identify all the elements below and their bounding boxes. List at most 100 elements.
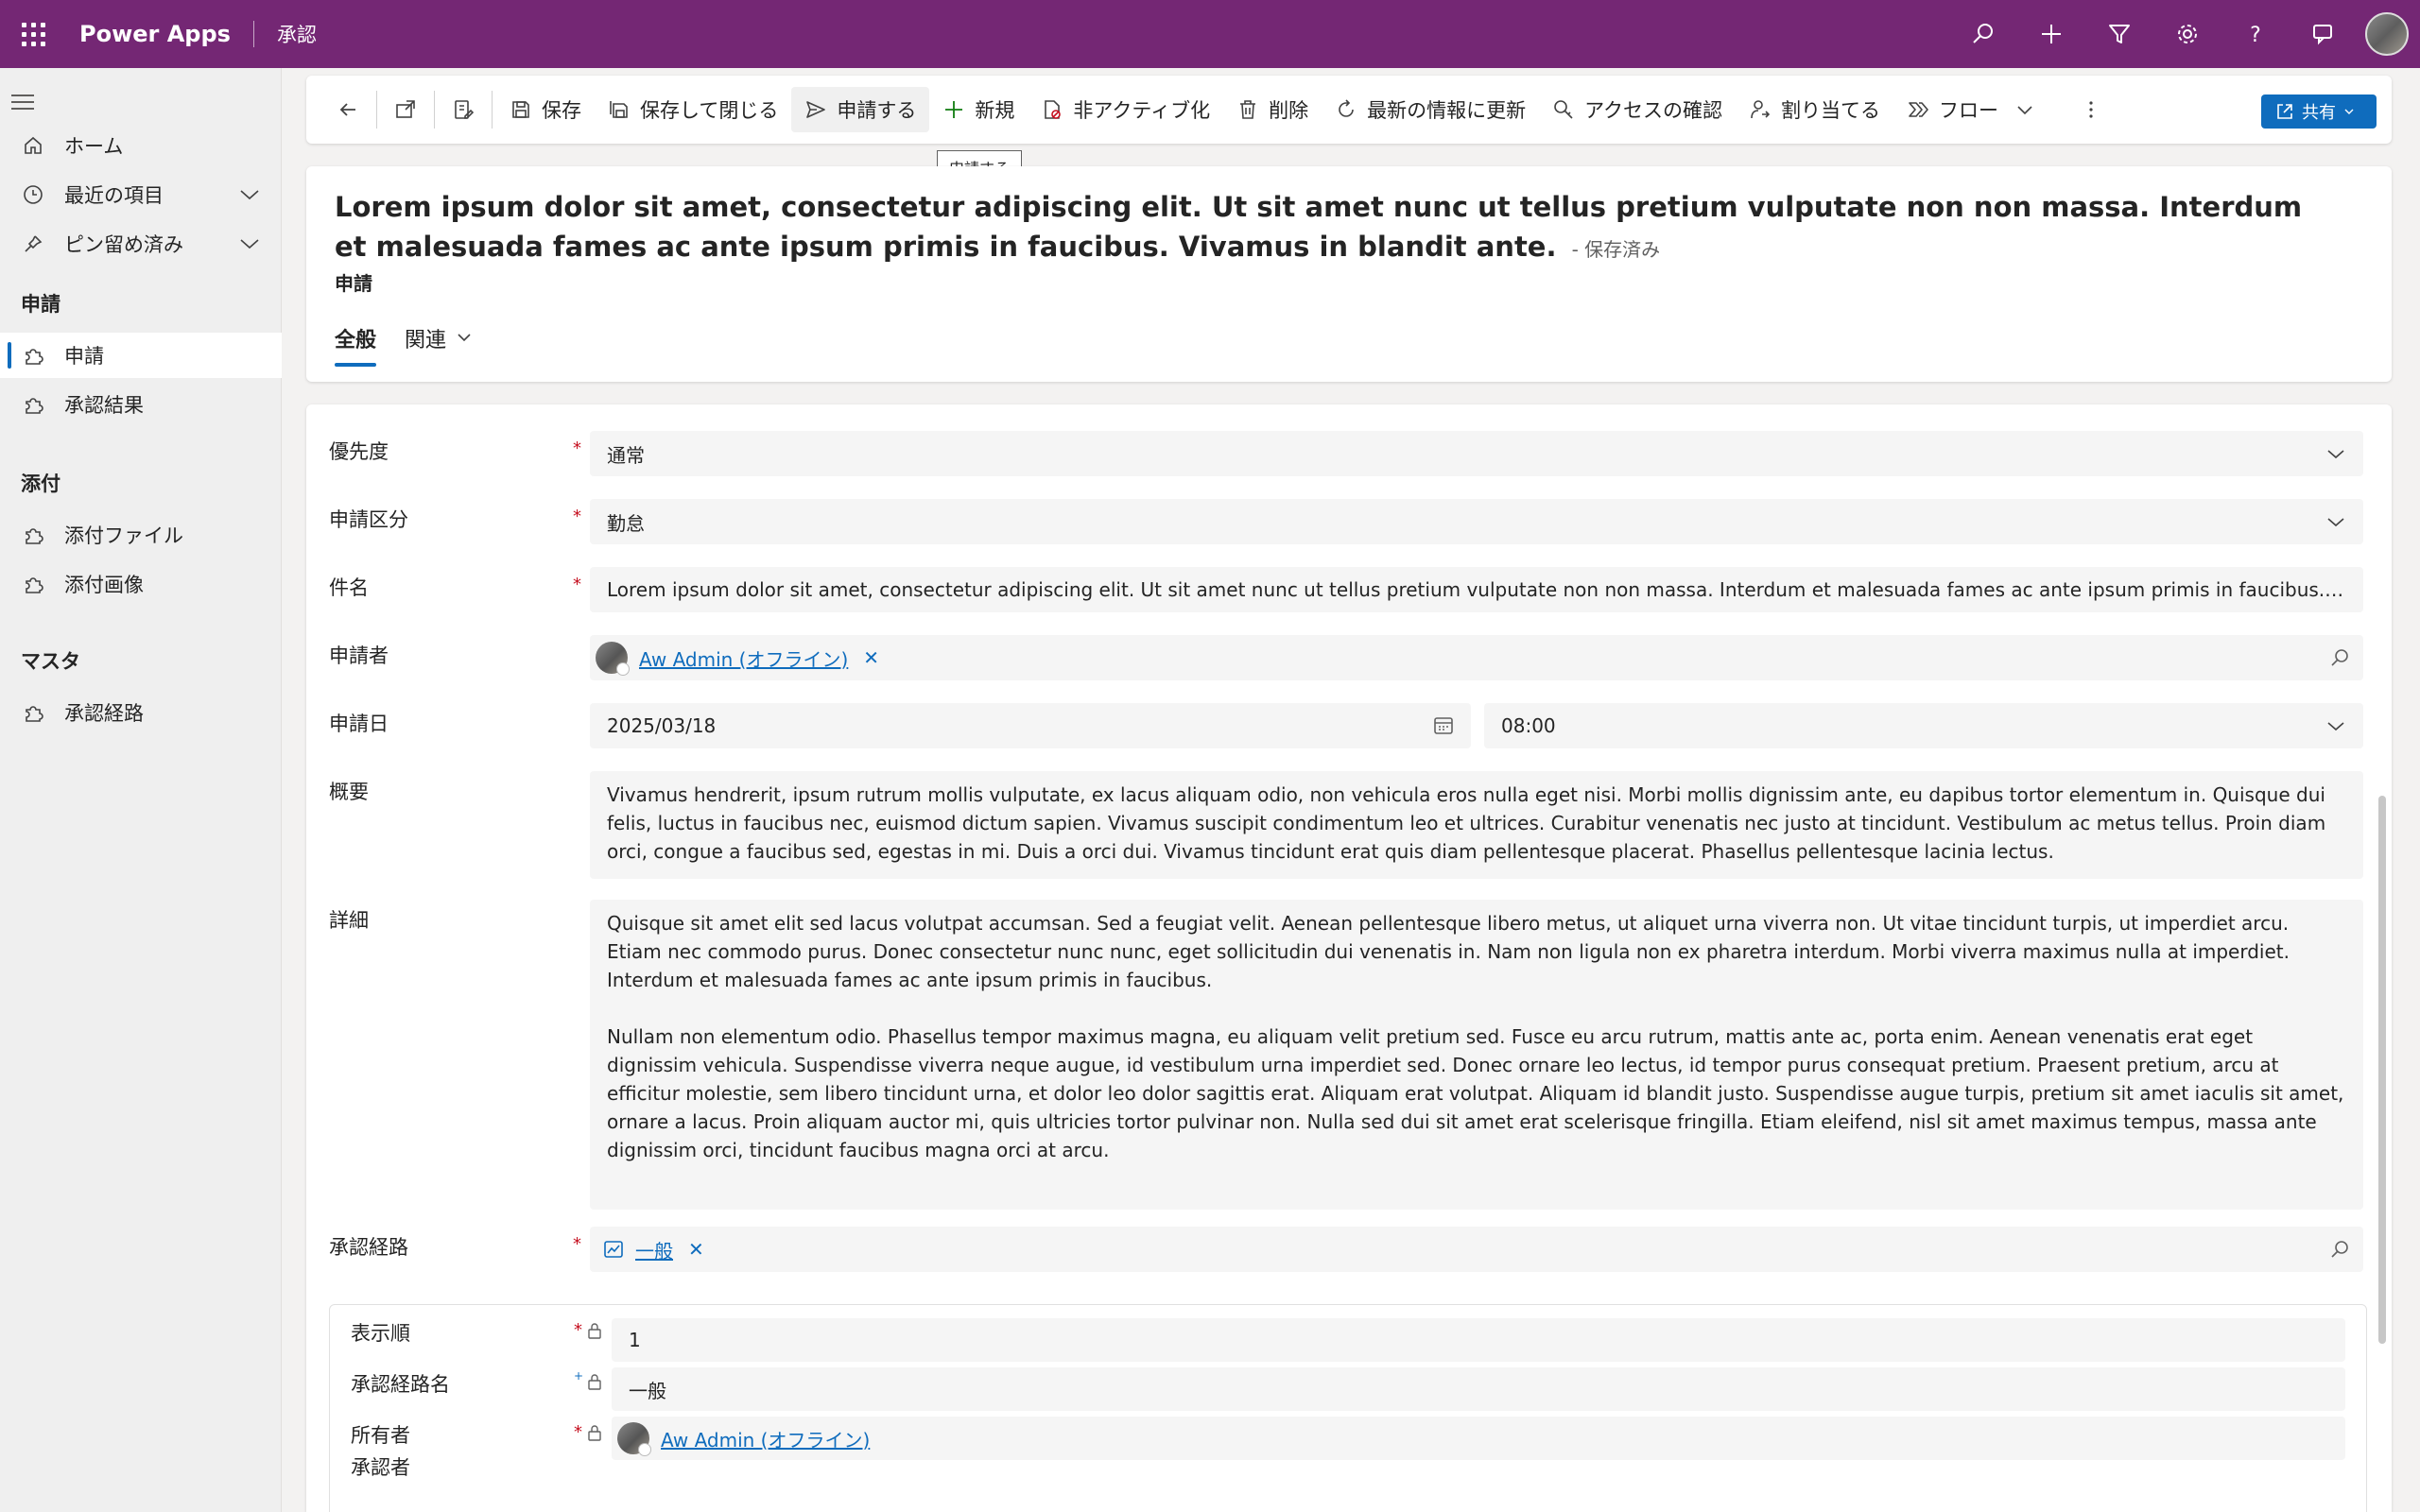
save-icon [512, 101, 529, 118]
summary-textarea[interactable]: Vivamus hendrerit, ipsum rutrum mollis v… [590, 771, 2363, 879]
remove-applicant-icon[interactable]: ✕ [863, 646, 879, 669]
plus-icon [945, 101, 963, 118]
brand-name[interactable]: Power Apps [66, 21, 254, 47]
sidebar-item-label: ピン留め済み [64, 233, 183, 256]
open-new-window-button[interactable] [381, 87, 430, 132]
time-select[interactable]: 08:00 [1484, 703, 2363, 748]
sidebar-group-master: マスタ [21, 650, 80, 673]
approval-route-lookup[interactable]: 一般 ✕ [590, 1227, 2363, 1272]
record-title-text: Lorem ipsum dolor sit amet, consectetur … [335, 191, 2303, 263]
form-edit-button[interactable] [439, 87, 488, 132]
save-status: - 保存済み [1571, 238, 1661, 261]
chevron-down-icon [458, 334, 471, 342]
lock-icon [588, 1425, 601, 1441]
refresh-icon [1339, 99, 1354, 117]
sidebar-group-attachment: 添付 [21, 472, 60, 495]
required-marker: * [573, 575, 581, 594]
check-access-button[interactable]: アクセスの確認 [1539, 87, 1736, 132]
save-button[interactable]: 保存 [496, 87, 595, 132]
sidebar-item-label: ホーム [64, 135, 124, 158]
lock-icon [588, 1374, 601, 1390]
sidebar-item-approval-result[interactable]: 承認結果 [0, 382, 282, 427]
priority-value: 通常 [607, 443, 645, 467]
share-label: 共有 [2302, 103, 2336, 123]
record-title: Lorem ipsum dolor sit amet, consectetur … [335, 187, 2339, 269]
person-assign-icon [1751, 100, 1771, 119]
home-icon [21, 133, 45, 158]
display-order-field: 1 [612, 1318, 2345, 1362]
display-order-label: 表示順 [351, 1322, 410, 1345]
entity-name: 申請 [335, 272, 372, 295]
more-commands-button[interactable] [2066, 87, 2116, 132]
required-marker: * [574, 1320, 582, 1340]
top-bar: Power Apps 承認 ? [0, 0, 2420, 68]
sidebar-item-attachment-image[interactable]: 添付画像 [0, 561, 282, 607]
form-section: 優先度 * 通常 申請区分 * 勤怠 件名 * Lorem ipsum dolo… [306, 404, 2392, 1512]
assign-button[interactable]: 割り当てる [1736, 87, 1893, 132]
settings-gear-icon[interactable] [2153, 0, 2221, 68]
sidebar-item-attachment-file[interactable]: 添付ファイル [0, 512, 282, 558]
save-and-close-button[interactable]: 保存して閉じる [595, 87, 791, 132]
chevron-down-icon[interactable] [238, 232, 261, 260]
chevron-down-icon[interactable] [238, 183, 261, 211]
approver-label: 承認者 [351, 1456, 410, 1479]
back-arrow-icon [339, 103, 355, 116]
plus-icon[interactable] [2017, 0, 2085, 68]
search-icon [2331, 649, 2348, 666]
app-name[interactable]: 承認 [254, 20, 317, 48]
delete-label: 削除 [1269, 99, 1309, 122]
help-icon[interactable]: ? [2221, 0, 2290, 68]
command-bar: 保存 保存して閉じる 申請する 新規 非アクティブ化 削除 最新の情報に更新 ア… [306, 76, 2392, 144]
user-avatar[interactable] [2365, 12, 2409, 56]
share-icon [2277, 104, 2292, 119]
hamburger-menu-icon[interactable] [11, 94, 34, 114]
search-icon [2331, 1241, 2348, 1258]
sidebar-item-home[interactable]: ホーム [0, 123, 282, 168]
search-icon[interactable] [1949, 0, 2017, 68]
scrollbar[interactable] [2378, 796, 2386, 1344]
sidebar-item-label: 最近の項目 [64, 184, 164, 207]
submit-request-button[interactable]: 申請する [791, 87, 930, 132]
approval-route-quick-view: 表示順 * 1 承認経路名 + 一般 所有者 * Aw Admin (オフライン… [329, 1304, 2367, 1512]
trash-icon [1240, 100, 1256, 119]
share-button[interactable]: 共有 [2261, 94, 2377, 129]
save-label: 保存 [542, 99, 581, 122]
tab-general[interactable]: 全般 [335, 323, 377, 370]
record-header: Lorem ipsum dolor sit amet, consectetur … [306, 166, 2392, 382]
required-marker: * [573, 438, 581, 458]
owner-link[interactable]: Aw Admin (オフライン) [661, 1425, 870, 1452]
feedback-icon[interactable] [2290, 0, 2358, 68]
deactivate-button[interactable]: 非アクティブ化 [1028, 87, 1223, 132]
sidebar-item-request[interactable]: 申請 [0, 333, 282, 378]
sidebar-item-approval-route[interactable]: 承認経路 [0, 690, 282, 735]
applicant-label: 申請者 [329, 644, 389, 667]
sidebar-item-recent[interactable]: 最近の項目 [0, 172, 282, 217]
sidebar-item-label: 添付ファイル [64, 524, 183, 547]
applicant-lookup[interactable]: Aw Admin (オフライン) ✕ [590, 635, 2363, 680]
flow-button[interactable]: フロー [1893, 87, 2048, 132]
tab-related[interactable]: 関連 [405, 323, 473, 370]
sidebar-item-label: 承認結果 [64, 394, 144, 417]
remove-route-icon[interactable]: ✕ [688, 1238, 704, 1261]
sidebar-item-pinned[interactable]: ピン留め済み [0, 221, 282, 266]
subject-input[interactable]: Lorem ipsum dolor sit amet, consectetur … [590, 567, 2363, 612]
new-button[interactable]: 新規 [929, 87, 1028, 132]
category-select[interactable]: 勤怠 [590, 499, 2363, 544]
date-input[interactable]: 2025/03/18 [590, 703, 1471, 748]
send-icon [806, 101, 826, 118]
approval-route-link[interactable]: 一般 [635, 1236, 673, 1263]
applicant-link[interactable]: Aw Admin (オフライン) [639, 644, 848, 672]
refresh-button[interactable]: 最新の情報に更新 [1322, 87, 1539, 132]
filter-icon[interactable] [2085, 0, 2153, 68]
priority-select[interactable]: 通常 [590, 431, 2363, 476]
detail-textarea[interactable]: Quisque sit amet elit sed lacus volutpat… [590, 900, 2363, 1210]
delete-button[interactable]: 削除 [1223, 87, 1322, 132]
puzzle-icon [21, 343, 45, 368]
approval-route-label: 承認経路 [329, 1236, 408, 1259]
app-launcher-icon[interactable] [0, 0, 66, 68]
owner-field: Aw Admin (オフライン) [612, 1417, 2345, 1460]
form-tabs: 全般 関連 [335, 323, 501, 370]
subject-label: 件名 [329, 576, 369, 599]
back-button[interactable] [323, 87, 372, 132]
request-date-label: 申請日 [329, 713, 389, 735]
